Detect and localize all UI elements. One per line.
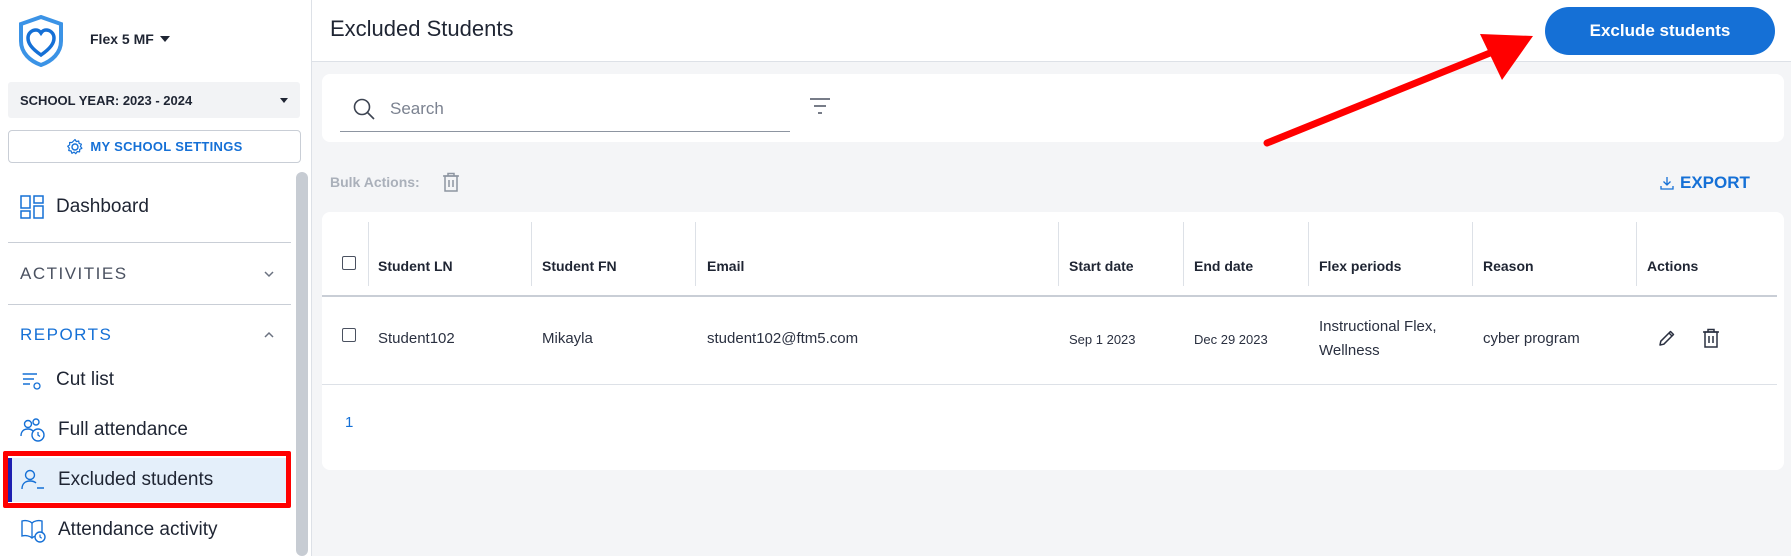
full-attendance-icon: [20, 418, 45, 442]
sidebar-item-label: Attendance activity: [58, 519, 218, 540]
divider: [8, 242, 291, 243]
bulk-actions-label: Bulk Actions:: [330, 174, 420, 190]
cell-end-date: Dec 29 2023: [1194, 332, 1268, 347]
column-header-reason[interactable]: Reason: [1483, 258, 1534, 274]
chevron-up-icon: [264, 331, 274, 338]
cell-student-ln: Student102: [378, 330, 455, 347]
excluded-students-table: Student LN Student FN Email Start date E…: [322, 212, 1784, 470]
search-field[interactable]: [340, 86, 790, 132]
excluded-students-icon: [21, 469, 44, 490]
sidebar-scrollbar[interactable]: [296, 172, 308, 556]
edit-button[interactable]: [1658, 329, 1676, 347]
caret-down-icon: [159, 36, 170, 42]
filter-button[interactable]: [809, 96, 831, 116]
section-reports[interactable]: REPORTS: [20, 325, 275, 345]
sidebar: Flex 5 MF SCHOOL YEAR: 2023 - 2024 MY SC…: [0, 0, 312, 556]
export-button[interactable]: EXPORT: [1660, 173, 1750, 193]
column-separator: [1308, 222, 1309, 286]
sidebar-item-excluded-students[interactable]: Excluded students: [8, 458, 291, 502]
cell-reason: cyber program: [1483, 330, 1580, 347]
section-label: ACTIVITIES: [20, 264, 128, 283]
column-separator: [1058, 222, 1059, 286]
divider: [8, 304, 291, 305]
cell-student-fn: Mikayla: [542, 330, 593, 347]
chevron-down-icon: [264, 271, 274, 278]
search-icon: [353, 98, 375, 120]
header-divider: [322, 295, 1777, 297]
school-switcher[interactable]: Flex 5 MF: [90, 31, 170, 47]
sidebar-item-attendance-activity[interactable]: Attendance activity: [8, 508, 291, 552]
sidebar-item-label: Dashboard: [56, 196, 149, 217]
shield-heart-logo-icon: [19, 15, 63, 67]
filter-icon: [810, 98, 830, 114]
search-panel: [322, 74, 1784, 142]
search-input[interactable]: [390, 98, 770, 119]
section-label: REPORTS: [20, 325, 113, 344]
column-header-student-ln[interactable]: Student LN: [378, 258, 453, 274]
row-checkbox[interactable]: [342, 328, 356, 342]
page-title: Excluded Students: [330, 16, 514, 41]
column-header-student-fn[interactable]: Student FN: [542, 258, 617, 274]
bulk-actions: Bulk Actions:: [330, 172, 460, 192]
attendance-activity-icon: [21, 519, 46, 543]
cell-email: student102@ftm5.com: [707, 330, 859, 347]
school-year-label: SCHOOL YEAR: 2023 - 2024: [20, 92, 193, 108]
column-separator: [1183, 222, 1184, 286]
school-year-select[interactable]: SCHOOL YEAR: 2023 - 2024: [8, 82, 300, 118]
sidebar-item-cut-list[interactable]: Cut list: [8, 358, 291, 402]
sidebar-item-label: Full attendance: [58, 419, 188, 440]
column-separator: [1472, 222, 1473, 286]
column-separator: [1636, 222, 1637, 286]
column-separator: [695, 222, 696, 286]
sidebar-item-dashboard[interactable]: Dashboard: [8, 185, 291, 229]
trash-icon: [442, 172, 459, 192]
column-separator: [531, 222, 532, 286]
gear-icon: [67, 138, 83, 154]
export-label: EXPORT: [1680, 173, 1750, 192]
sidebar-item-label: Cut list: [56, 369, 115, 390]
column-header-actions: Actions: [1647, 258, 1699, 274]
pencil-icon: [1659, 330, 1675, 346]
column-header-email[interactable]: Email: [707, 258, 744, 274]
cell-flex-periods-line1: Instructional Flex,: [1319, 318, 1437, 335]
trash-icon: [1703, 328, 1719, 348]
cell-flex-periods-line2: Wellness: [1319, 342, 1380, 359]
bulk-delete-button[interactable]: [442, 172, 460, 192]
section-activities[interactable]: ACTIVITIES: [20, 264, 275, 284]
exclude-students-button[interactable]: Exclude students: [1545, 7, 1775, 55]
my-school-settings-label: MY SCHOOL SETTINGS: [90, 139, 243, 154]
sidebar-item-label: Excluded students: [58, 469, 214, 490]
column-header-flex-periods[interactable]: Flex periods: [1319, 258, 1401, 274]
select-all-checkbox[interactable]: [342, 256, 356, 270]
cell-start-date: Sep 1 2023: [1069, 332, 1136, 347]
column-header-start-date[interactable]: Start date: [1069, 258, 1134, 274]
column-separator: [368, 222, 369, 286]
pagination-page-1[interactable]: 1: [345, 414, 353, 431]
my-school-settings-button[interactable]: MY SCHOOL SETTINGS: [8, 130, 301, 163]
download-icon: [1660, 177, 1674, 190]
cut-list-icon: [22, 373, 41, 390]
delete-button[interactable]: [1702, 328, 1720, 348]
row-divider: [322, 384, 1777, 385]
school-name: Flex 5 MF: [90, 31, 154, 47]
dashboard-icon: [20, 195, 44, 219]
sidebar-item-full-attendance[interactable]: Full attendance: [8, 408, 291, 452]
column-header-end-date[interactable]: End date: [1194, 258, 1253, 274]
caret-down-icon: [280, 97, 288, 103]
